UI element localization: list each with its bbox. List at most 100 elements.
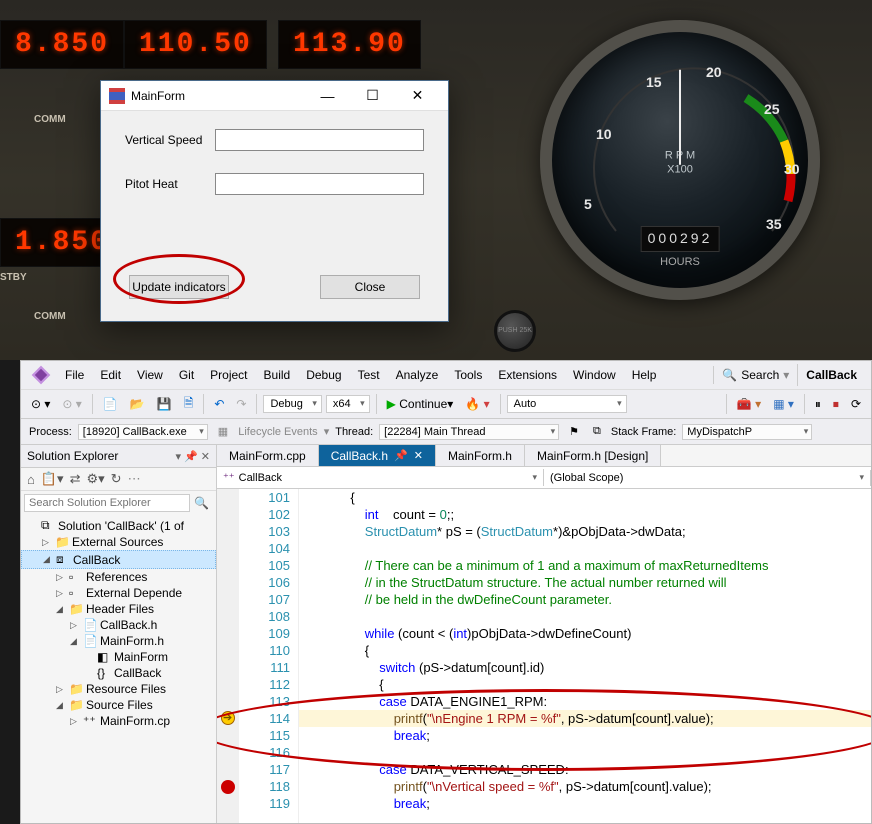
pitot-heat-input[interactable] bbox=[215, 173, 424, 195]
update-indicators-button[interactable]: Update indicators bbox=[129, 275, 229, 299]
process-label: Process: bbox=[29, 426, 72, 438]
thread-label: Thread: bbox=[335, 426, 373, 438]
label-comm-2: COMM bbox=[34, 311, 66, 322]
readout-2: 110.50 bbox=[124, 20, 267, 69]
redo-icon[interactable]: ↷ bbox=[232, 395, 250, 413]
menu-help[interactable]: Help bbox=[624, 364, 665, 386]
hot-reload-icon[interactable]: 🔥 ▾ bbox=[461, 395, 493, 413]
threads-icon[interactable]: ⧉ bbox=[589, 423, 605, 440]
solution-search-input[interactable] bbox=[24, 494, 190, 512]
filter-icon[interactable]: ⚙▾ bbox=[84, 471, 106, 487]
tree-item[interactable]: ◢⧈CallBack bbox=[21, 550, 216, 569]
solution-explorer-title: Solution Explorer bbox=[27, 449, 118, 463]
pitot-heat-label: Pitot Heat bbox=[125, 177, 215, 191]
editor-tab[interactable]: MainForm.cpp bbox=[217, 445, 319, 466]
tree-item[interactable]: ◧MainForm bbox=[21, 649, 216, 665]
pause-icon[interactable]: ⏸ bbox=[811, 395, 825, 414]
menu-test[interactable]: Test bbox=[350, 364, 388, 386]
view-icon[interactable]: 📋▾ bbox=[39, 471, 66, 487]
lifecycle-icon[interactable]: ▦ bbox=[214, 423, 232, 440]
editor-tab[interactable]: CallBack.h📌✕ bbox=[319, 445, 436, 466]
gauge-needle bbox=[679, 70, 681, 165]
menu-debug[interactable]: Debug bbox=[298, 364, 349, 386]
app-icon bbox=[109, 88, 125, 104]
maximize-button[interactable]: ☐ bbox=[350, 81, 395, 110]
flag-icon[interactable]: ⚑ bbox=[565, 423, 583, 440]
new-file-icon[interactable]: 📄 bbox=[99, 395, 122, 413]
process-combo[interactable]: [18920] CallBack.exe bbox=[78, 424, 208, 440]
tree-item[interactable]: ▷📁Resource Files bbox=[21, 681, 216, 697]
gauge-hours-label: HOURS bbox=[660, 256, 700, 268]
gauge-odometer: 000292 bbox=[641, 226, 720, 252]
restart-icon[interactable]: ⟳ bbox=[847, 395, 865, 413]
vs-toolbar: ⊙ ▾ ⊙ ▾ 📄 📂 💾 🗎 ↶ ↷ Debug x64 ▶ Continue… bbox=[21, 389, 871, 419]
tree-item[interactable]: ◢📁Source Files bbox=[21, 697, 216, 713]
menu-project[interactable]: Project bbox=[202, 364, 255, 386]
close-form-button[interactable]: Close bbox=[320, 275, 420, 299]
tree-item[interactable]: {}CallBack bbox=[21, 665, 216, 681]
nav-back-icon[interactable]: ⊙ ▾ bbox=[27, 395, 54, 413]
search-icon: 🔍 bbox=[722, 368, 737, 382]
platform-combo[interactable]: x64 bbox=[326, 395, 370, 413]
sync-icon[interactable]: ⇄ bbox=[68, 471, 83, 487]
tree-item[interactable]: ▷⁺⁺MainForm.cp bbox=[21, 713, 216, 729]
vs-search[interactable]: 🔍 Search ▾ bbox=[713, 366, 797, 384]
toolbox-icon[interactable]: 🧰 ▾ bbox=[733, 395, 765, 413]
stackframe-combo[interactable]: MyDispatchP bbox=[682, 424, 812, 440]
readout-3: 113.90 bbox=[278, 20, 421, 69]
search-icon[interactable]: 🔍 bbox=[190, 496, 213, 510]
menu-file[interactable]: File bbox=[57, 364, 92, 386]
refresh-icon[interactable]: ↻ bbox=[109, 471, 124, 487]
code-editor: MainForm.cppCallBack.h📌✕MainForm.hMainFo… bbox=[217, 445, 871, 823]
vs-menu-bar: FileEditViewGitProjectBuildDebugTestAnal… bbox=[21, 361, 871, 389]
tree-item[interactable]: ▷📄CallBack.h bbox=[21, 617, 216, 633]
tree-item[interactable]: ▷▫References bbox=[21, 569, 216, 585]
mainform-titlebar[interactable]: MainForm — ☐ ✕ bbox=[101, 81, 448, 111]
tree-item[interactable]: ⧉Solution 'CallBack' (1 of bbox=[21, 517, 216, 534]
menu-view[interactable]: View bbox=[129, 364, 171, 386]
menu-edit[interactable]: Edit bbox=[92, 364, 129, 386]
continue-button[interactable]: ▶ Continue ▾ bbox=[383, 395, 458, 413]
nav-scope-right[interactable]: (Global Scope) bbox=[544, 470, 871, 486]
solution-toolbar: ⌂ 📋▾ ⇄ ⚙▾ ↻ ⋯ bbox=[21, 468, 216, 491]
solution-tree[interactable]: ⧉Solution 'CallBack' (1 of▷📁External Sou… bbox=[21, 515, 216, 731]
window-icon[interactable]: ▦ ▾ bbox=[769, 395, 798, 413]
vertical-speed-input[interactable] bbox=[215, 129, 424, 151]
pin-icon[interactable]: 📌 bbox=[394, 449, 408, 462]
close-button[interactable]: ✕ bbox=[395, 81, 440, 110]
menu-git[interactable]: Git bbox=[171, 364, 202, 386]
stop-icon[interactable]: ⏹ bbox=[829, 395, 843, 414]
thread-combo[interactable]: [22284] Main Thread bbox=[379, 424, 559, 440]
save-all-icon[interactable]: 🗎 bbox=[180, 392, 198, 417]
tree-item[interactable]: ◢📄MainForm.h bbox=[21, 633, 216, 649]
stackframe-label: Stack Frame: bbox=[611, 426, 676, 438]
menu-extensions[interactable]: Extensions bbox=[490, 364, 565, 386]
minimize-button[interactable]: — bbox=[305, 81, 350, 110]
undo-icon[interactable]: ↶ bbox=[210, 395, 228, 413]
push-knob[interactable]: PUSH 25K bbox=[494, 310, 536, 352]
nav-scope-left[interactable]: ⁺⁺CallBack bbox=[217, 469, 544, 486]
readout-1: 8.850 bbox=[0, 20, 124, 69]
tree-item[interactable]: ◢📁Header Files bbox=[21, 601, 216, 617]
editor-tab[interactable]: MainForm.h [Design] bbox=[525, 445, 661, 466]
nav-fwd-icon[interactable]: ⊙ ▾ bbox=[58, 395, 85, 413]
tree-item[interactable]: ▷📁External Sources bbox=[21, 534, 216, 550]
vs-logo-icon bbox=[32, 366, 51, 385]
visual-studio-window: FileEditViewGitProjectBuildDebugTestAnal… bbox=[20, 360, 872, 824]
menu-window[interactable]: Window bbox=[565, 364, 624, 386]
home-icon[interactable]: ⌂ bbox=[25, 472, 37, 487]
editor-tab[interactable]: MainForm.h bbox=[436, 445, 525, 466]
menu-tools[interactable]: Tools bbox=[446, 364, 490, 386]
label-stby: STBY bbox=[0, 272, 27, 283]
tree-item[interactable]: ▷▫External Depende bbox=[21, 585, 216, 601]
menu-build[interactable]: Build bbox=[256, 364, 299, 386]
close-tab-icon[interactable]: ✕ bbox=[414, 449, 423, 462]
auto-combo[interactable]: Auto bbox=[507, 395, 627, 413]
menu-analyze[interactable]: Analyze bbox=[388, 364, 447, 386]
window-title: MainForm bbox=[131, 89, 305, 103]
config-combo[interactable]: Debug bbox=[263, 395, 321, 413]
open-icon[interactable]: 📂 bbox=[126, 395, 149, 413]
save-icon[interactable]: 💾 bbox=[153, 395, 176, 413]
code-area[interactable]: 1011021031041051061071081091101111121131… bbox=[217, 489, 871, 823]
vs-solution-name: CallBack bbox=[797, 364, 865, 386]
